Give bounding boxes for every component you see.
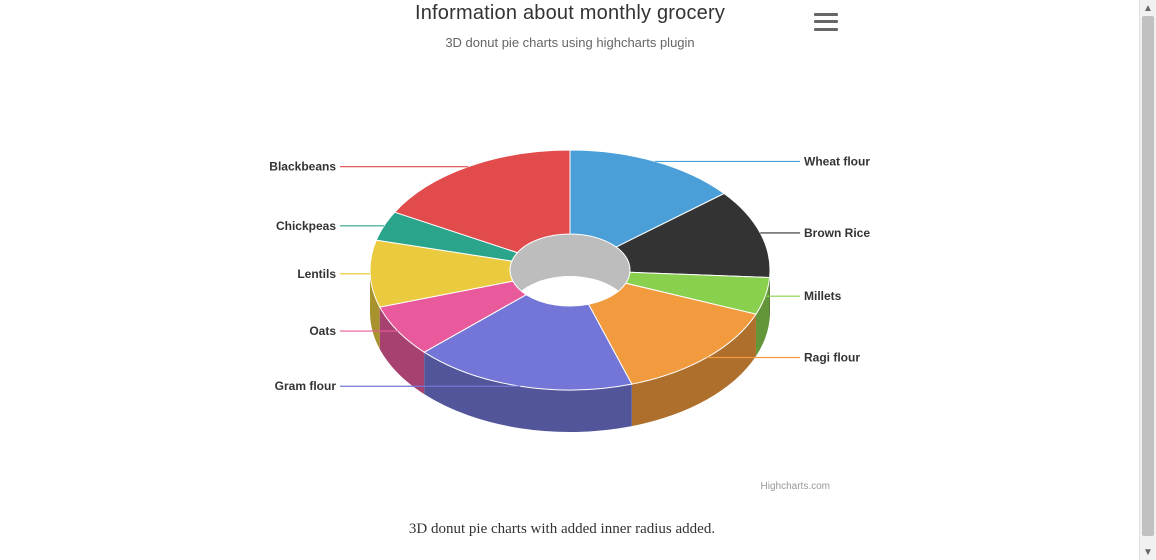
scroll-up-button[interactable]: ▲ (1140, 0, 1156, 16)
donut-chart[interactable]: Wheat flour Brown Rice Millets Ragi flour Gr… (260, 60, 880, 480)
slice-label: Chickpeas (276, 219, 336, 233)
slice-label: Ragi flour (804, 350, 860, 364)
slice-label: Millets (804, 289, 842, 303)
scroll-down-button[interactable]: ▼ (1140, 544, 1156, 560)
slice-label: Wheat flour (804, 154, 870, 168)
slice-label: Brown Rice (804, 226, 870, 240)
chart-credits[interactable]: Highcharts.com (761, 481, 830, 492)
scroll-thumb[interactable] (1142, 16, 1154, 536)
chart-title: Information about monthly grocery (0, 2, 1140, 25)
slice-label: Oats (309, 324, 336, 338)
slice-label: Blackbeans (269, 160, 336, 174)
vertical-scrollbar[interactable]: ▲ ▼ (1139, 0, 1156, 560)
chart-menu-button[interactable] (812, 8, 840, 36)
chart-caption: 3D donut pie charts with added inner rad… (0, 521, 1124, 538)
slice-label: Lentils (297, 267, 336, 281)
chart-subtitle: 3D donut pie charts using highcharts plu… (0, 35, 1140, 50)
hamburger-icon (814, 13, 838, 16)
slice-label: Gram flour (275, 379, 337, 393)
